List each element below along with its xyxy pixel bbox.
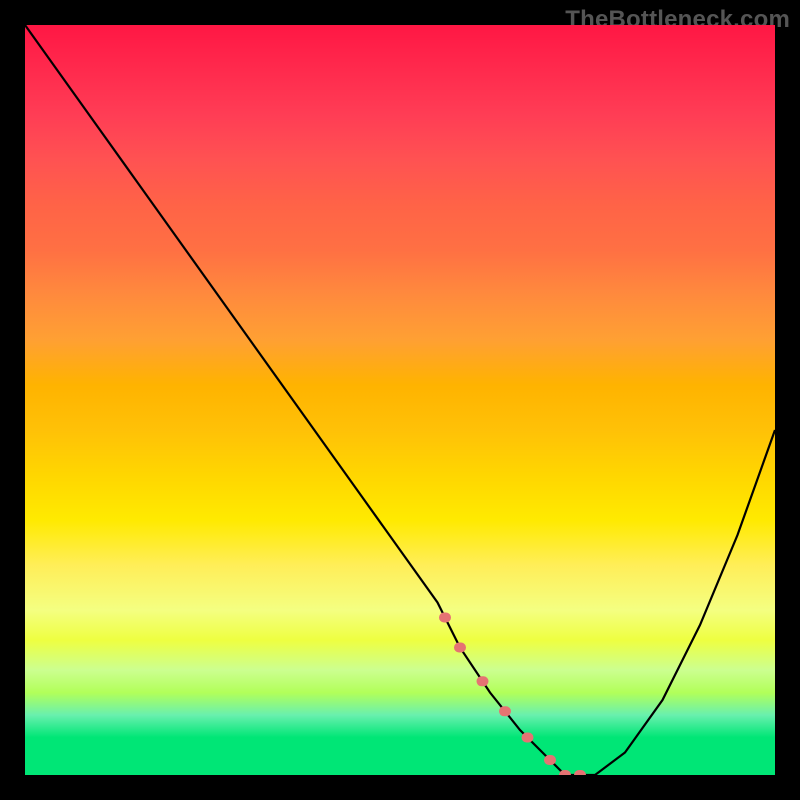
target-markers — [439, 613, 586, 776]
target-marker — [499, 706, 511, 716]
target-marker — [522, 733, 534, 743]
bottleneck-curve-path — [25, 25, 775, 775]
target-marker — [439, 613, 451, 623]
curve-svg — [25, 25, 775, 775]
target-marker — [574, 770, 586, 775]
target-marker — [544, 755, 556, 765]
plot-area — [25, 25, 775, 775]
chart-container: TheBottleneck.com — [0, 0, 800, 800]
target-marker — [477, 676, 489, 686]
target-marker — [454, 643, 466, 653]
